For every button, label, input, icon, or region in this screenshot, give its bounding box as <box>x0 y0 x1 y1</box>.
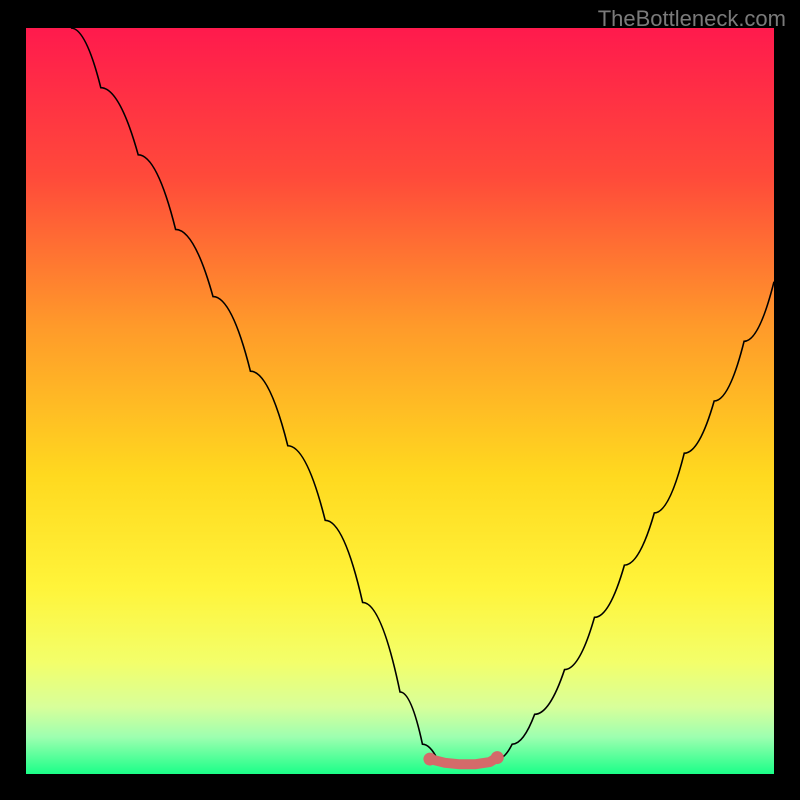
curve-left <box>71 28 438 759</box>
curve-layer <box>26 28 774 774</box>
curve-right <box>497 282 774 759</box>
marker-endpoint <box>423 753 436 766</box>
marker-endpoint <box>491 751 504 764</box>
plot-area <box>26 28 774 774</box>
watermark-text: TheBottleneck.com <box>598 6 786 32</box>
marker-band <box>430 758 497 765</box>
